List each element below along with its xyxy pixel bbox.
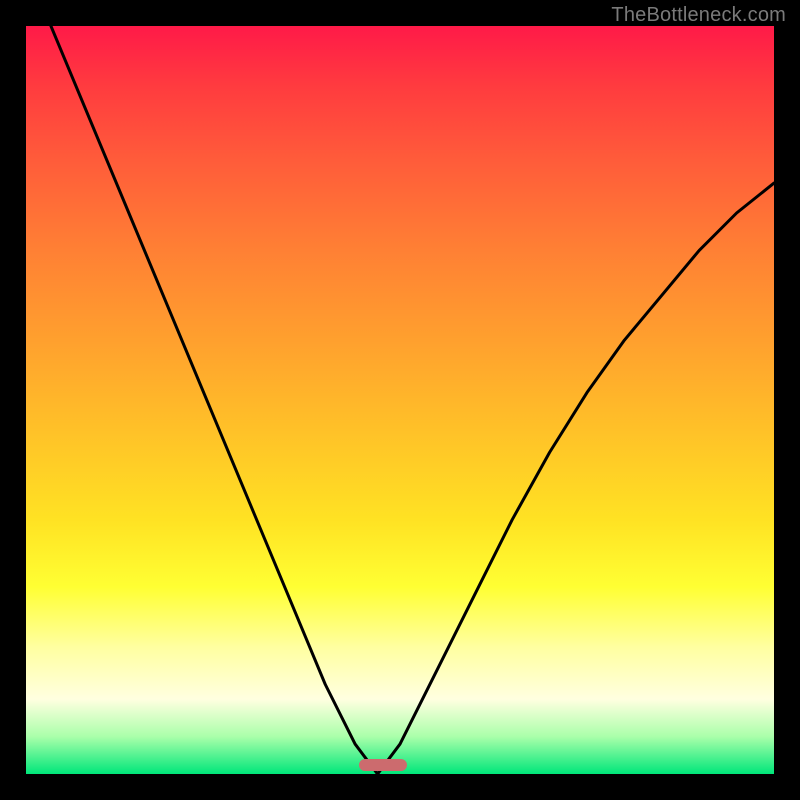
- curve-path: [26, 26, 774, 774]
- watermark-text: TheBottleneck.com: [611, 4, 786, 27]
- plot-frame: [26, 26, 774, 774]
- optimal-range-marker: [359, 759, 408, 771]
- bottleneck-curve: [26, 26, 774, 774]
